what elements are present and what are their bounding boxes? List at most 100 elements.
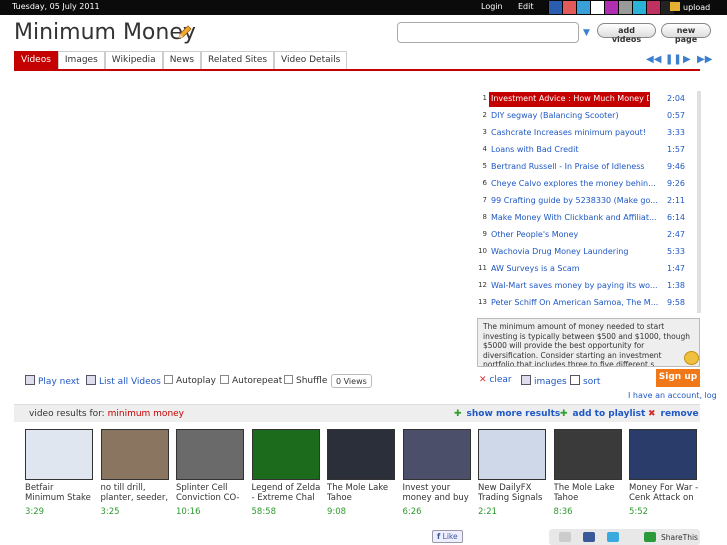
color-swatch[interactable] <box>548 1 562 14</box>
show-more-results-button[interactable]: ✚ show more results <box>454 409 560 419</box>
video-title[interactable]: Invest your money and buy <box>403 483 473 503</box>
playlist-item-title[interactable]: 99 Crafting guide by 5238330 (Make go... <box>491 196 661 205</box>
video-result[interactable]: no till drill, planter, seeder, 3:25 <box>100 429 171 517</box>
playlist-item-title[interactable]: Loans with Bad Credit <box>491 145 661 154</box>
video-result[interactable]: Invest your money and buy 6:26 <box>402 429 473 517</box>
remove-button[interactable]: ✖ remove <box>648 409 699 419</box>
video-thumbnail[interactable] <box>251 429 320 480</box>
video-title[interactable]: no till drill, planter, seeder, <box>101 483 171 503</box>
sharethis-label[interactable]: ShareThis <box>661 533 698 543</box>
playlist-item-title[interactable]: Wal-Mart saves money by paying its wo... <box>491 281 661 290</box>
video-title[interactable]: Legend of Zelda - Extreme Chal <box>252 483 322 503</box>
video-thumbnail[interactable] <box>176 429 244 480</box>
playlist-item-title[interactable]: Peter Schiff On American Samoa, The M... <box>491 298 661 307</box>
signup-button[interactable]: Sign up <box>656 369 700 387</box>
video-result[interactable]: Legend of Zelda - Extreme Chal 58:58 <box>251 429 322 517</box>
playlist-item-title[interactable]: Make Money With Clickbank and Affiliat..… <box>491 213 661 222</box>
playlist-item-title[interactable]: Wachovia Drug Money Laundering <box>491 247 661 256</box>
playlist-item[interactable]: 5 Bertrand Russell - In Praise of Idlenes… <box>477 159 687 176</box>
video-result[interactable]: New DailyFX Trading Signals 2:21 <box>478 429 548 517</box>
playlist-item[interactable]: 8 Make Money With Clickbank and Affiliat.… <box>477 210 687 227</box>
playlist-item[interactable]: 1 Investment Advice : How Much Money D...… <box>477 91 687 108</box>
color-swatch[interactable] <box>562 1 576 14</box>
video-title[interactable]: The Mole Lake Tahoe <box>554 483 624 503</box>
email-icon[interactable] <box>559 532 571 542</box>
tab-wikipedia[interactable]: Wikipedia <box>104 51 163 70</box>
color-swatch[interactable] <box>576 1 590 14</box>
edit-title-pencil-icon[interactable] <box>176 25 192 41</box>
playlist-item[interactable]: 11 AW Surveys is a Scam 1:47 <box>477 261 687 278</box>
playlist-item[interactable]: 9 Other People's Money 2:47 <box>477 227 687 244</box>
facebook-share-icon[interactable] <box>583 532 595 542</box>
autorepeat-box[interactable] <box>220 375 229 384</box>
playlist-item-title[interactable]: AW Surveys is a Scam <box>491 264 661 273</box>
playlist-item-title[interactable]: Cashcrate Increases minimum payout! <box>491 128 661 137</box>
login-link[interactable]: Login <box>481 2 503 11</box>
color-swatch[interactable] <box>646 1 660 14</box>
video-result[interactable]: Money For War - Cenk Attack on 5:52 <box>629 429 699 517</box>
tab-images[interactable]: Images <box>57 51 105 70</box>
video-thumbnail[interactable] <box>478 429 546 480</box>
playlist-item[interactable]: 3 Cashcrate Increases minimum payout! 3:33 <box>477 125 687 142</box>
images-button[interactable]: images <box>521 375 567 387</box>
shuffle-box[interactable] <box>284 375 293 384</box>
shuffle-checkbox[interactable]: Shuffle <box>284 375 327 386</box>
add-to-playlist-button[interactable]: ✚ add to playlist <box>560 409 645 419</box>
playlist-item-title[interactable]: Other People's Money <box>491 230 661 239</box>
video-result[interactable]: The Mole Lake Tahoe 8:36 <box>553 429 624 517</box>
playlist-scrollbar[interactable] <box>697 91 701 313</box>
playlist-item[interactable]: 13 Peter Schiff On American Samoa, The M.… <box>477 295 687 312</box>
playlist-item[interactable]: 7 99 Crafting guide by 5238330 (Make go..… <box>477 193 687 210</box>
video-thumbnail[interactable] <box>629 429 697 480</box>
login-account-link[interactable]: I have an account, log <box>628 391 717 400</box>
new-page-button[interactable]: new page <box>661 23 711 44</box>
autoplay-checkbox[interactable]: Autoplay <box>164 375 216 386</box>
video-title[interactable]: The Mole Lake Tahoe <box>327 483 397 503</box>
video-thumbnail[interactable] <box>402 429 471 480</box>
video-result[interactable]: Splinter Cell Conviction CO-OP on 10:16 <box>176 429 246 517</box>
tab-related-sites[interactable]: Related Sites <box>201 51 275 70</box>
twitter-icon[interactable] <box>607 532 619 542</box>
video-thumbnail[interactable] <box>327 429 395 480</box>
color-swatch[interactable] <box>632 1 646 14</box>
clear-button[interactable]: ✕ clear <box>479 375 512 385</box>
video-thumbnail[interactable] <box>100 429 169 480</box>
edit-link[interactable]: Edit <box>518 2 534 11</box>
pause-icon[interactable]: ❚❚ <box>665 54 682 65</box>
video-result[interactable]: The Mole Lake Tahoe 9:08 <box>327 429 397 517</box>
fast-forward-icon[interactable]: ▶▶ <box>697 54 712 65</box>
playlist-item-title[interactable]: Bertrand Russell - In Praise of Idleness <box>491 162 661 171</box>
playlist-item[interactable]: 12 Wal-Mart saves money by paying its wo.… <box>477 278 687 295</box>
video-player[interactable] <box>14 86 472 368</box>
facebook-like-button[interactable]: f Like <box>432 530 463 543</box>
sort-button[interactable]: sort <box>570 375 600 387</box>
video-thumbnail[interactable] <box>553 429 622 480</box>
autoplay-box[interactable] <box>164 375 173 384</box>
tab-video-details[interactable]: Video Details <box>274 51 348 70</box>
playlist-item-title[interactable]: DIY segway (Balancing Scooter) <box>491 111 661 120</box>
playlist-item[interactable]: 6 Cheye Calvo explores the money behin...… <box>477 176 687 193</box>
tab-videos[interactable]: Videos <box>14 51 58 70</box>
list-all-videos-button[interactable]: List all Videos <box>86 375 161 387</box>
color-swatch[interactable] <box>604 1 618 14</box>
color-swatch[interactable] <box>618 1 632 14</box>
upload-link[interactable]: upload <box>670 2 710 12</box>
video-title[interactable]: Money For War - Cenk Attack on <box>629 483 699 503</box>
sharethis-icon[interactable] <box>644 532 656 542</box>
playlist-item[interactable]: 2 DIY segway (Balancing Scooter) 0:57 <box>477 108 687 125</box>
description-expand-icon[interactable] <box>684 351 699 365</box>
video-title[interactable]: Splinter Cell Conviction CO-OP on <box>176 483 246 503</box>
video-result[interactable]: Betfair Minimum Stake 3:29 <box>25 429 95 517</box>
search-input[interactable] <box>397 22 579 43</box>
color-swatch[interactable] <box>590 1 604 14</box>
video-title[interactable]: Betfair Minimum Stake <box>25 483 95 503</box>
tab-news[interactable]: News <box>162 51 202 70</box>
play-icon[interactable]: ▶ <box>683 54 691 65</box>
video-thumbnail[interactable] <box>25 429 93 480</box>
playlist-item-title[interactable]: Cheye Calvo explores the money behin... <box>491 179 661 188</box>
search-dropdown-icon[interactable]: ▼ <box>583 28 590 38</box>
playlist-item[interactable]: 4 Loans with Bad Credit 1:57 <box>477 142 687 159</box>
video-title[interactable]: New DailyFX Trading Signals <box>478 483 548 503</box>
autorepeat-checkbox[interactable]: Autorepeat <box>220 375 282 386</box>
play-next-button[interactable]: Play next <box>25 375 80 387</box>
